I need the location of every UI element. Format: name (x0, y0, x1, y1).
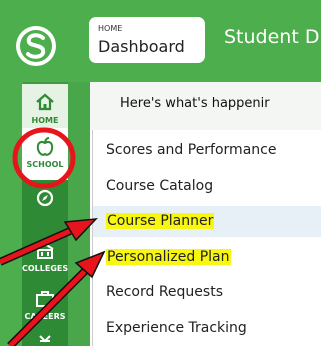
menu-item-label: Course Catalog (106, 178, 214, 194)
breadcrumb[interactable]: HOME Dashboard (89, 17, 205, 63)
breadcrumb-parent: HOME (98, 24, 123, 33)
sidebar-item-home[interactable]: HOME (22, 84, 68, 128)
chevron-down-icon (39, 332, 51, 350)
school-dropdown-menu: Scores and Performance Course Catalog Co… (92, 130, 321, 346)
menu-item-label: Experience Tracking (106, 320, 247, 336)
sidebar-item-school[interactable]: SCHOOL (22, 128, 68, 180)
menu-item-record-requests[interactable]: Record Requests (93, 277, 321, 308)
menu-item-label: Course Planner (106, 213, 215, 229)
menu-item-label: Personalized Plan (106, 249, 231, 265)
college-building-icon (35, 242, 55, 265)
briefcase-icon (35, 290, 55, 313)
menu-item-course-catalog[interactable]: Course Catalog (93, 171, 321, 202)
menu-item-personalized-plan[interactable]: Personalized Plan (93, 242, 321, 273)
sidebar-item-colleges[interactable]: COLLEGES (22, 230, 68, 282)
menu-item-experience-tracking[interactable]: Experience Tracking (93, 313, 321, 344)
sidebar-item-careers[interactable]: CAREERS (22, 282, 68, 328)
sidebar-label-careers: CAREERS (24, 312, 66, 321)
sidebar-left-rail (0, 82, 23, 346)
sidebar-label-school: SCHOOL (26, 160, 64, 169)
menu-item-label: Scores and Performance (106, 142, 277, 158)
sidebar-label-colleges: COLLEGES (22, 264, 69, 273)
apple-icon (35, 137, 55, 162)
sidebar-item-more[interactable] (22, 328, 68, 346)
menu-item-course-planner[interactable]: Course Planner (93, 206, 321, 237)
page-title: Student D (224, 26, 320, 48)
breadcrumb-current: Dashboard (98, 37, 185, 56)
sidebar-label-home: HOME (31, 116, 59, 125)
home-icon (35, 93, 55, 116)
sidebar-right-rail (68, 82, 90, 346)
menu-item-label: Record Requests (106, 284, 223, 300)
sidebar-item-personalized[interactable] (22, 180, 68, 230)
app-logo-icon[interactable] (14, 24, 58, 68)
menu-item-scores-and-performance[interactable]: Scores and Performance (93, 135, 321, 166)
greeting-banner: Here's what's happenir (90, 82, 321, 130)
compass-icon (35, 188, 55, 213)
greeting-text: Here's what's happenir (120, 96, 270, 111)
